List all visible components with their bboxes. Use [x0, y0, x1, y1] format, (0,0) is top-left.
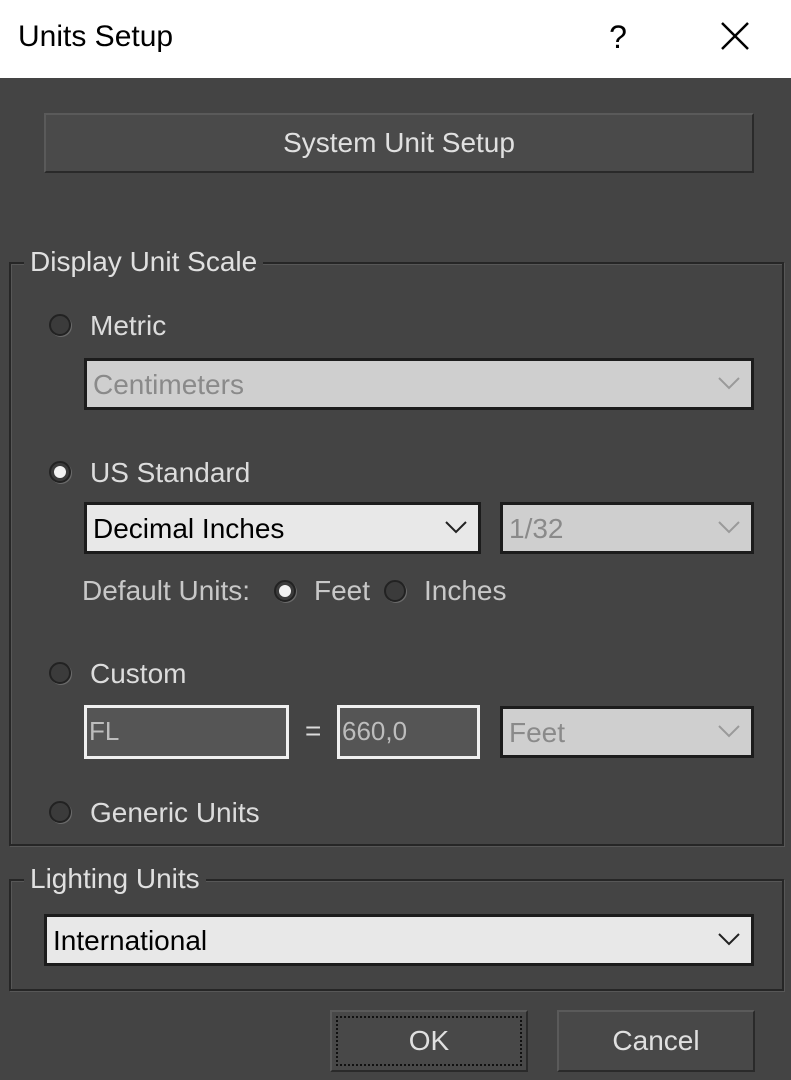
- ok-button[interactable]: OK: [330, 1010, 528, 1072]
- generic-units-radio[interactable]: [49, 801, 71, 823]
- chevron-down-icon: [718, 521, 740, 534]
- lighting-units-dropdown[interactable]: International: [44, 914, 754, 966]
- window-title: Units Setup: [18, 20, 174, 53]
- equals-sign: =: [305, 715, 322, 746]
- chevron-down-icon: [718, 933, 740, 946]
- custom-unit-dropdown[interactable]: Feet: [500, 706, 754, 758]
- custom-label[interactable]: Custom: [90, 658, 186, 690]
- default-units-feet-radio[interactable]: [274, 580, 296, 602]
- metric-label[interactable]: Metric: [90, 310, 166, 342]
- us-standard-fraction-value: 1/32: [509, 513, 564, 544]
- metric-radio[interactable]: [49, 314, 71, 336]
- default-units-feet-label[interactable]: Feet: [314, 575, 370, 607]
- lighting-units-value: International: [53, 925, 208, 956]
- chevron-down-icon: [718, 725, 740, 738]
- help-button[interactable]: ?: [598, 14, 638, 60]
- display-unit-scale-legend: Display Unit Scale: [24, 246, 264, 278]
- custom-name-field[interactable]: FL: [84, 705, 289, 759]
- chevron-down-icon: [445, 521, 467, 534]
- default-units-inches-label[interactable]: Inches: [424, 575, 507, 607]
- close-icon: [721, 22, 749, 50]
- custom-amount-field[interactable]: 660,0: [337, 705, 480, 759]
- system-unit-setup-button[interactable]: System Unit Setup: [44, 113, 754, 173]
- us-standard-radio[interactable]: [49, 461, 71, 483]
- lighting-units-legend: Lighting Units: [24, 863, 206, 895]
- custom-name-value: FL: [89, 716, 120, 746]
- close-button[interactable]: [710, 14, 762, 60]
- chevron-down-icon: [718, 377, 740, 390]
- custom-unit-value: Feet: [509, 717, 566, 748]
- us-standard-units-value: Decimal Inches: [93, 513, 285, 544]
- cancel-button[interactable]: Cancel: [557, 1010, 755, 1072]
- custom-amount-value: 660,0: [342, 716, 408, 746]
- default-units-label: Default Units:: [82, 575, 251, 606]
- metric-units-dropdown[interactable]: Centimeters: [84, 358, 754, 410]
- custom-radio[interactable]: [49, 662, 71, 684]
- generic-units-label[interactable]: Generic Units: [90, 797, 260, 829]
- title-bar: Units Setup ?: [0, 0, 791, 78]
- us-standard-label[interactable]: US Standard: [90, 457, 250, 489]
- us-standard-units-dropdown[interactable]: Decimal Inches: [84, 502, 481, 554]
- us-standard-fraction-dropdown[interactable]: 1/32: [500, 502, 754, 554]
- metric-units-value: Centimeters: [93, 369, 244, 400]
- default-units-inches-radio[interactable]: [384, 580, 406, 602]
